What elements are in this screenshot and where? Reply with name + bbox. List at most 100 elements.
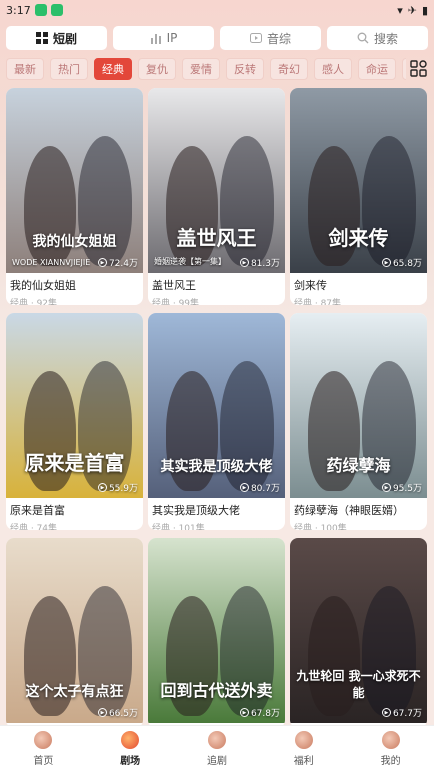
bar-chart-icon xyxy=(150,34,161,44)
drama-card[interactable]: 剑来传 ▶ 65.8万 剑来传 经典 · 87集 xyxy=(290,88,427,305)
drama-title[interactable]: 药绿孽海（神眼医婿） xyxy=(294,502,423,518)
poster-title-text: 其实我是顶级大佬 xyxy=(160,459,273,475)
nav-label: 首页 xyxy=(33,756,54,767)
battery-icon: ▮ xyxy=(421,3,428,17)
drama-info: 剑来传经典 · 87集 xyxy=(290,273,427,305)
nav-home[interactable]: 首页 xyxy=(0,726,87,772)
drama-poster[interactable]: 盖世风王 婚姻逆袭【第一集】 ▶ 81.3万 xyxy=(148,88,285,273)
drama-card[interactable]: 盖世风王 婚姻逆袭【第一集】 ▶ 81.3万 盖世风王 经典 · 99集 xyxy=(148,88,285,305)
nav-label: 我的 xyxy=(380,756,401,767)
genre-chip[interactable]: 奇幻 xyxy=(270,58,308,80)
genre-chip[interactable]: 经典 xyxy=(94,58,132,80)
play-count: ▶ 72.4万 xyxy=(97,256,138,269)
drama-info: 药绿孽海（神眼医婿） 经典 · 100集 xyxy=(290,498,427,530)
drama-poster[interactable]: 剑来传 ▶ 65.8万 xyxy=(290,88,427,273)
drama-card[interactable]: 药绿孽海 ▶ 95.5万药绿孽海（神眼医婿） 经典 · 100集 xyxy=(290,313,427,530)
airplane-icon: ✈ xyxy=(407,3,417,17)
poster-title-text: 这个太子有点狂 xyxy=(25,684,124,700)
genre-chip[interactable]: 最新 xyxy=(6,58,44,80)
drama-info: 原来是首富经典 · 74集 xyxy=(6,498,143,530)
drama-title[interactable]: 我的仙女姐姐 xyxy=(10,277,139,293)
genre-chip[interactable]: 感人 xyxy=(314,58,352,80)
nav-follow-icon xyxy=(207,731,226,749)
category-menu-icon[interactable] xyxy=(410,60,428,78)
drama-poster[interactable]: 回到古代送外卖 ▶ 67.8万 xyxy=(148,538,285,723)
drama-poster[interactable]: 其实我是顶级大佬 ▶ 80.7万 xyxy=(148,313,285,498)
tab-search[interactable]: 搜索 xyxy=(327,26,428,50)
play-count-icon: ▶ xyxy=(97,258,107,267)
tab-label: 搜索 xyxy=(373,31,398,46)
nav-rewards[interactable]: 福利 xyxy=(260,726,347,772)
poster-title-text: 药绿孽海 xyxy=(326,456,391,475)
drama-title[interactable]: 原来是首富 xyxy=(10,502,139,518)
drama-title[interactable]: 盖世风王 xyxy=(152,277,281,293)
tab-variety[interactable]: 音综 xyxy=(220,26,321,50)
drama-poster[interactable]: 这个太子有点狂 ▶ 66.5万 xyxy=(6,538,143,723)
poster-subtitle-text: WODE XIANNVJIEJIE xyxy=(12,258,91,267)
poster-title-text: 我的仙女姐姐 xyxy=(32,234,117,250)
genre-chip[interactable]: 命运 xyxy=(358,58,396,80)
play-count: ▶ 81.3万 xyxy=(239,256,280,269)
tab-short-drama[interactable]: 短剧 xyxy=(6,26,107,50)
nav-label: 福利 xyxy=(293,756,314,767)
genre-chip[interactable]: 复仇 xyxy=(138,58,176,80)
play-count-value: 72.4万 xyxy=(108,259,138,269)
wechat-notification-icon xyxy=(34,4,47,16)
drama-card[interactable]: 九世轮回 我一心求死不能 ▶67.7万九世轮回 我一心求死不能 xyxy=(290,538,427,728)
genre-chip[interactable]: 反转 xyxy=(226,58,264,80)
drama-card[interactable]: 我的仙女姐姐 WODE XIANNVJIEJIE ▶ 72.4万 我的仙女姐姐 经典 · … xyxy=(6,88,143,305)
drama-title[interactable]: 其实我是顶级大佬 xyxy=(152,502,281,518)
drama-poster[interactable]: 我的仙女姐姐 WODE XIANNVJIEJIE ▶ 72.4万 xyxy=(6,88,143,273)
play-count: ▶ 66.5万 xyxy=(97,706,138,719)
genre-chip[interactable]: 虐心 xyxy=(402,58,406,80)
drama-poster[interactable]: 药绿孽海 ▶ 95.5万 xyxy=(290,313,427,498)
nav-profile[interactable]: 我的 xyxy=(347,726,434,772)
play-count: ▶ 95.5万 xyxy=(381,481,422,494)
tab-label: 短剧 xyxy=(52,31,77,46)
play-count: ▶ 67.8万 xyxy=(239,706,280,719)
tab-label: IP xyxy=(166,31,178,45)
search-icon xyxy=(357,32,369,44)
nav-theater-icon xyxy=(121,731,140,749)
drama-card[interactable]: 其实我是顶级大佬 ▶ 80.7万 其实我是顶级大佬 经典 · 101集 xyxy=(148,313,285,530)
drama-grid: 我的仙女姐姐 WODE XIANNVJIEJIE ▶ 72.4万 我的仙女姐姐 经典 · … xyxy=(6,88,428,728)
drama-info: 盖世风王经典 · 99集 xyxy=(148,273,285,305)
poster-title-text: 九世轮回 我一心求死不能 xyxy=(296,669,421,700)
play-count-value: 65.8万 xyxy=(392,259,422,269)
top-tabs: 短剧 IP 音综 搜索 xyxy=(6,26,428,50)
genre-filter-bar: 最新热门经典复仇爱情反转奇幻感人命运虐心 xyxy=(6,58,406,80)
play-count-value: 67.8万 xyxy=(250,709,280,719)
nav-profile-icon xyxy=(381,731,400,749)
play-count-icon: ▶ xyxy=(239,708,249,717)
play-count-value: 55.9万 xyxy=(108,484,138,494)
play-count: ▶ 67.7万 xyxy=(381,706,422,719)
nav-theater[interactable]: 剧场 xyxy=(87,726,174,772)
tab-label: 音综 xyxy=(266,31,291,46)
play-count-icon: ▶ xyxy=(97,483,107,492)
drama-title[interactable]: 剑来传 xyxy=(294,277,423,293)
wechat-notification-icon-2 xyxy=(50,4,63,16)
play-count: ▶ 65.8万 xyxy=(381,256,422,269)
drama-card[interactable]: 回到古代送外卖 ▶67.8万回到古代送外卖 xyxy=(148,538,285,728)
drama-meta: 经典 · 87集 xyxy=(294,299,342,305)
nav-follow[interactable]: 追剧 xyxy=(174,726,261,772)
play-count-icon: ▶ xyxy=(239,258,249,267)
poster-title-text: 盖世风王 xyxy=(176,226,257,250)
drama-meta: 经典 · 74集 xyxy=(10,524,58,530)
genre-chip[interactable]: 爱情 xyxy=(182,58,220,80)
poster-title-text: 回到古代送外卖 xyxy=(160,681,273,700)
play-count-icon: ▶ xyxy=(97,708,107,717)
play-count-icon: ▶ xyxy=(381,708,391,717)
drama-poster[interactable]: 原来是首富 ▶ 55.9万 xyxy=(6,313,143,498)
genre-chip[interactable]: 热门 xyxy=(50,58,88,80)
tab-ip[interactable]: IP xyxy=(113,26,214,50)
wifi-icon: ▾ xyxy=(397,3,403,17)
drama-poster[interactable]: 九世轮回 我一心求死不能 ▶ 67.7万 xyxy=(290,538,427,723)
drama-card[interactable]: 这个太子有点狂 ▶66.5万这个太子有点狂 xyxy=(6,538,143,728)
play-count-value: 67.7万 xyxy=(392,709,422,719)
drama-meta: 经典 · 99集 xyxy=(152,299,200,305)
drama-card[interactable]: 原来是首富 ▶ 55.9万 原来是首富 经典 · 74集 xyxy=(6,313,143,530)
nav-rewards-icon xyxy=(294,731,313,749)
play-count-value: 81.3万 xyxy=(250,259,280,269)
play-count-icon: ▶ xyxy=(381,483,391,492)
